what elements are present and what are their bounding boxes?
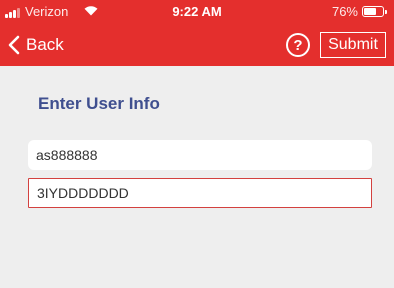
username-value: as888888 [36, 147, 98, 163]
back-label: Back [26, 35, 64, 54]
nav-bar: Back ? Submit [0, 26, 394, 66]
battery-icon [362, 6, 387, 17]
code-value: 3IYDDDDDDD [37, 185, 129, 201]
app-header: Verizon 9:22 AM 76% Back ? Submit [0, 0, 394, 66]
battery-level [364, 8, 377, 15]
submit-label: Submit [328, 36, 378, 53]
status-bar: Verizon 9:22 AM 76% [0, 0, 394, 26]
chevron-left-icon [8, 35, 20, 55]
submit-button[interactable]: Submit [320, 32, 386, 58]
username-field[interactable]: as888888 [28, 140, 372, 170]
help-button[interactable]: ? [286, 33, 310, 57]
code-field[interactable]: 3IYDDDDDDD [28, 178, 372, 208]
help-circle-icon: ? [293, 36, 303, 54]
form-title: Enter User Info [38, 94, 160, 113]
battery-percent: 76% [331, 4, 358, 19]
back-button[interactable]: Back [8, 32, 64, 58]
